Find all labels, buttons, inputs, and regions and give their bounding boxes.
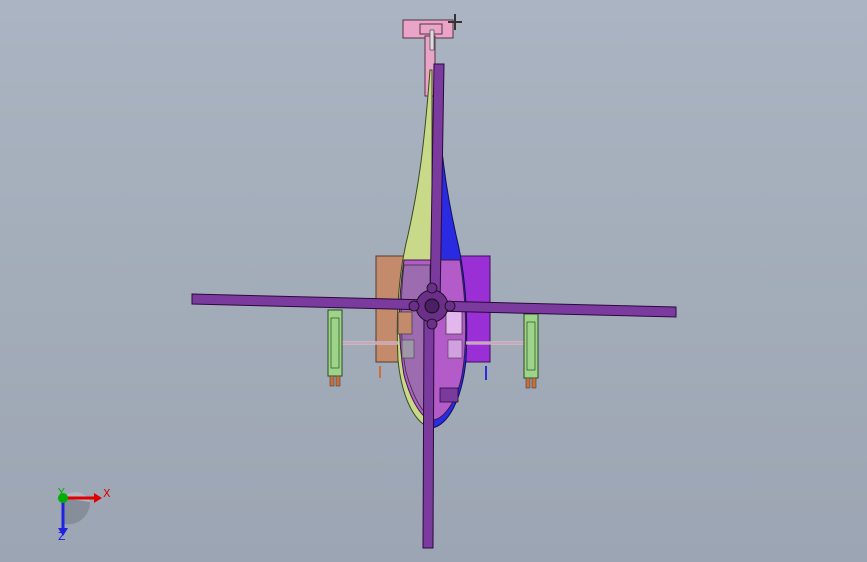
hub-bolt <box>408 300 420 312</box>
helicopter-model[interactable] <box>0 0 867 562</box>
rotor-blade-forward <box>422 309 435 549</box>
hub-bolt <box>426 282 438 294</box>
hub-bolt <box>444 300 456 312</box>
graphics-viewport[interactable]: X Y Z <box>0 0 867 562</box>
rotor-hub-center <box>424 298 440 314</box>
right-skid <box>523 313 539 389</box>
left-skid <box>327 309 343 387</box>
tail-fin <box>402 19 454 39</box>
hub-bolt <box>426 318 438 330</box>
y-axis-label: Y <box>58 486 65 499</box>
z-axis-label: Z <box>58 530 66 543</box>
x-axis-label: X <box>103 487 111 500</box>
main-rotor[interactable] <box>191 63 677 549</box>
